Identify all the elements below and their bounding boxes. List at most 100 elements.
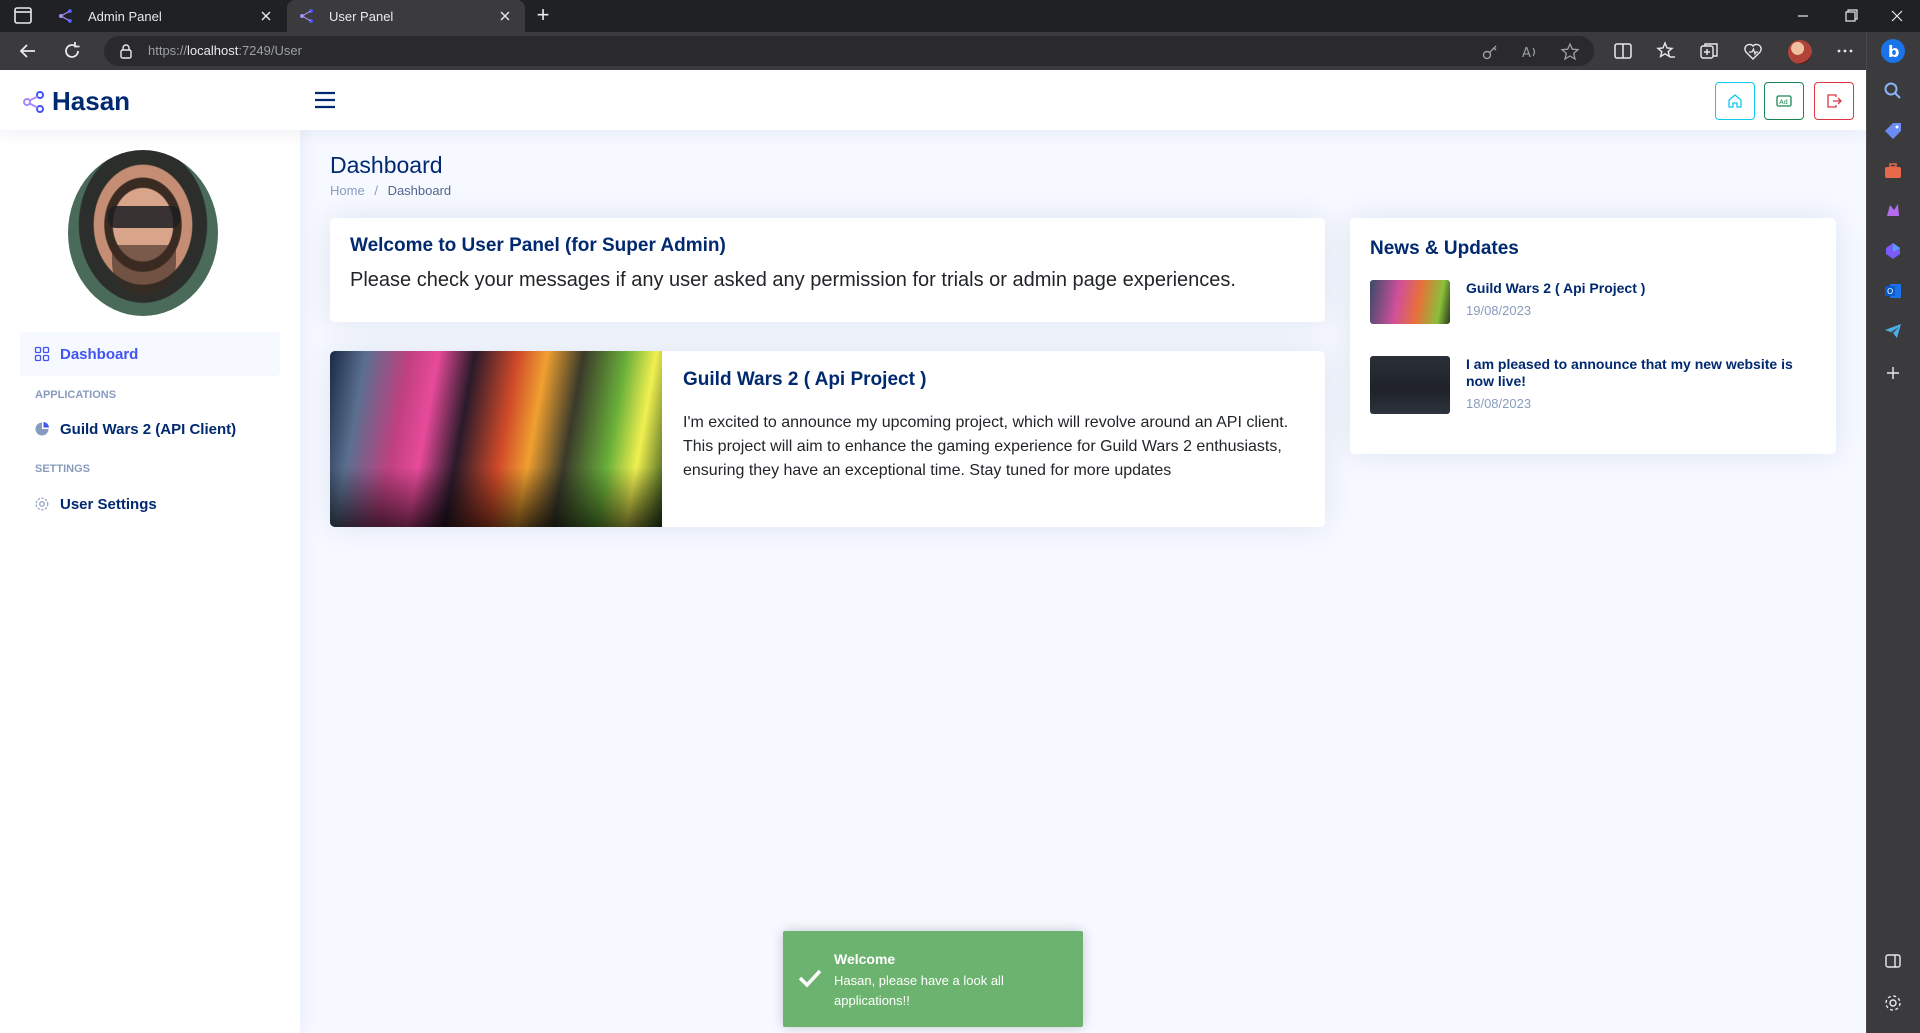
new-tab-button[interactable]: + — [530, 4, 556, 28]
admin-panel-button[interactable]: Ad — [1764, 82, 1804, 120]
profile-avatar[interactable] — [1788, 40, 1812, 64]
house-icon — [1728, 94, 1742, 108]
back-arrow-icon[interactable] — [16, 39, 40, 63]
gear-icon — [35, 497, 49, 511]
address-bar: https://localhost:7249/User A — [0, 32, 1920, 70]
svg-text:O: O — [1887, 287, 1893, 296]
sidebar-item-label: Dashboard — [60, 345, 139, 363]
news-item-date: 18/08/2023 — [1466, 396, 1532, 411]
tab-title: User Panel — [329, 8, 394, 24]
svg-text:A: A — [1522, 46, 1531, 61]
welcome-title: Welcome to User Panel (for Super Admin) — [350, 235, 726, 256]
split-screen-icon[interactable] — [1612, 40, 1634, 62]
toast-title: Welcome — [834, 951, 896, 967]
sidebar-item-label: User Settings — [60, 495, 157, 513]
close-icon[interactable] — [497, 8, 513, 24]
logout-icon — [1827, 94, 1842, 108]
page-viewport: Hasan Ad Dashboard Applications Guild Wa… — [0, 70, 1866, 1033]
grid-icon — [34, 346, 50, 362]
project-body: Guild Wars 2 ( Api Project ) I'm excited… — [683, 369, 1303, 483]
welcome-toast[interactable]: Welcome Hasan, please have a look all ap… — [783, 931, 1083, 1027]
hide-sidebar-icon[interactable] — [1882, 950, 1904, 972]
news-card: News & Updates Guild Wars 2 ( Api Projec… — [1350, 218, 1836, 454]
favorites-icon[interactable] — [1655, 40, 1677, 62]
edge-sidebar: b O — [1866, 32, 1920, 1033]
site-header: Hasan Ad — [0, 70, 1866, 130]
news-thumbnail — [1370, 280, 1450, 324]
refresh-icon[interactable] — [60, 39, 84, 63]
news-item[interactable]: Guild Wars 2 ( Api Project ) 19/08/2023 — [1370, 280, 1816, 324]
tab-user-panel[interactable]: User Panel — [287, 0, 525, 32]
collections-icon[interactable] — [1698, 40, 1720, 62]
logout-button[interactable] — [1814, 82, 1854, 120]
project-card[interactable]: Guild Wars 2 ( Api Project ) I'm excited… — [330, 351, 1325, 527]
url-field[interactable]: https://localhost:7249/User A — [104, 36, 1594, 66]
toast-message: Hasan, please have a look all applicatio… — [834, 973, 1004, 1008]
key-icon[interactable] — [1480, 42, 1500, 62]
tools-briefcase-icon[interactable] — [1882, 160, 1904, 182]
main-content: Dashboard Home / Dashboard Welcome to Us… — [300, 130, 1866, 1033]
checkmark-icon — [798, 969, 822, 988]
add-icon[interactable] — [1882, 362, 1904, 384]
ad-icon: Ad — [1776, 95, 1792, 107]
breadcrumb: Home / Dashboard — [330, 183, 451, 198]
menu-toggle-icon[interactable] — [313, 88, 337, 112]
breadcrumb-home[interactable]: Home — [330, 183, 365, 198]
bing-copilot-icon[interactable]: b — [1880, 38, 1906, 64]
browser-essentials-icon[interactable] — [1742, 40, 1764, 62]
project-text: I'm excited to announce my upcoming proj… — [683, 414, 1289, 479]
news-item[interactable]: I am pleased to announce that my new web… — [1370, 356, 1816, 414]
sidebar: Dashboard Applications Guild Wars 2 (API… — [0, 130, 300, 1033]
lock-icon[interactable] — [118, 43, 134, 59]
share-nodes-icon — [300, 9, 313, 23]
svg-text:b: b — [1888, 42, 1899, 61]
avatar — [68, 150, 218, 316]
logo-text: Hasan — [52, 86, 131, 116]
project-title: Guild Wars 2 ( Api Project ) — [683, 369, 927, 390]
news-item-title[interactable]: I am pleased to announce that my new web… — [1466, 356, 1816, 390]
share-nodes-icon — [59, 9, 72, 23]
sidebar-item-guild-wars-2[interactable]: Guild Wars 2 (API Client) — [20, 407, 280, 451]
tab-actions-icon[interactable] — [12, 6, 36, 26]
games-icon[interactable] — [1882, 200, 1904, 222]
news-item-date: 19/08/2023 — [1466, 303, 1532, 318]
news-item-title[interactable]: Guild Wars 2 ( Api Project ) — [1466, 280, 1816, 297]
telegram-icon[interactable] — [1882, 320, 1904, 342]
sidebar-item-label: Guild Wars 2 (API Client) — [60, 420, 237, 438]
url-text: https://localhost:7249/User — [148, 43, 302, 58]
home-button[interactable] — [1715, 82, 1755, 120]
read-aloud-icon[interactable]: A — [1520, 42, 1540, 62]
tab-title: Admin Panel — [88, 8, 162, 24]
minimize-icon[interactable] — [1790, 6, 1816, 26]
gear-icon[interactable] — [1882, 992, 1904, 1014]
more-options-icon[interactable] — [1834, 40, 1856, 62]
welcome-text: Please check your messages if any user a… — [350, 269, 1236, 291]
page-title-block: Dashboard Home / Dashboard — [330, 152, 451, 198]
tab-admin-panel[interactable]: Admin Panel — [46, 0, 286, 32]
page-title: Dashboard — [330, 152, 443, 178]
close-icon[interactable] — [258, 8, 274, 24]
avatar-beard — [112, 245, 176, 295]
avatar-glasses — [108, 206, 180, 228]
favorite-star-icon[interactable] — [1560, 42, 1580, 62]
svg-text:Ad: Ad — [1779, 98, 1787, 106]
news-title: News & Updates — [1370, 238, 1519, 259]
breadcrumb-current: Dashboard — [387, 183, 452, 198]
outlook-icon[interactable]: O — [1882, 280, 1904, 302]
microsoft-365-icon[interactable] — [1882, 240, 1904, 262]
welcome-card: Welcome to User Panel (for Super Admin) … — [330, 218, 1325, 322]
browser-tab-bar: Admin Panel User Panel + — [0, 0, 1920, 32]
search-icon[interactable] — [1882, 80, 1904, 102]
close-window-icon[interactable] — [1884, 6, 1910, 26]
logo[interactable]: Hasan — [22, 86, 130, 117]
restore-icon[interactable] — [1838, 6, 1864, 26]
sidebar-heading-applications: Applications — [35, 389, 117, 401]
sidebar-heading-settings: Settings — [35, 463, 91, 475]
sidebar-item-dashboard[interactable]: Dashboard — [20, 332, 280, 376]
pie-chart-icon — [35, 422, 49, 436]
shopping-tag-icon[interactable] — [1882, 120, 1904, 142]
share-nodes-icon — [23, 90, 44, 113]
news-thumbnail — [1370, 356, 1450, 414]
sidebar-item-user-settings[interactable]: User Settings — [20, 482, 280, 526]
project-banner-image — [330, 351, 662, 527]
